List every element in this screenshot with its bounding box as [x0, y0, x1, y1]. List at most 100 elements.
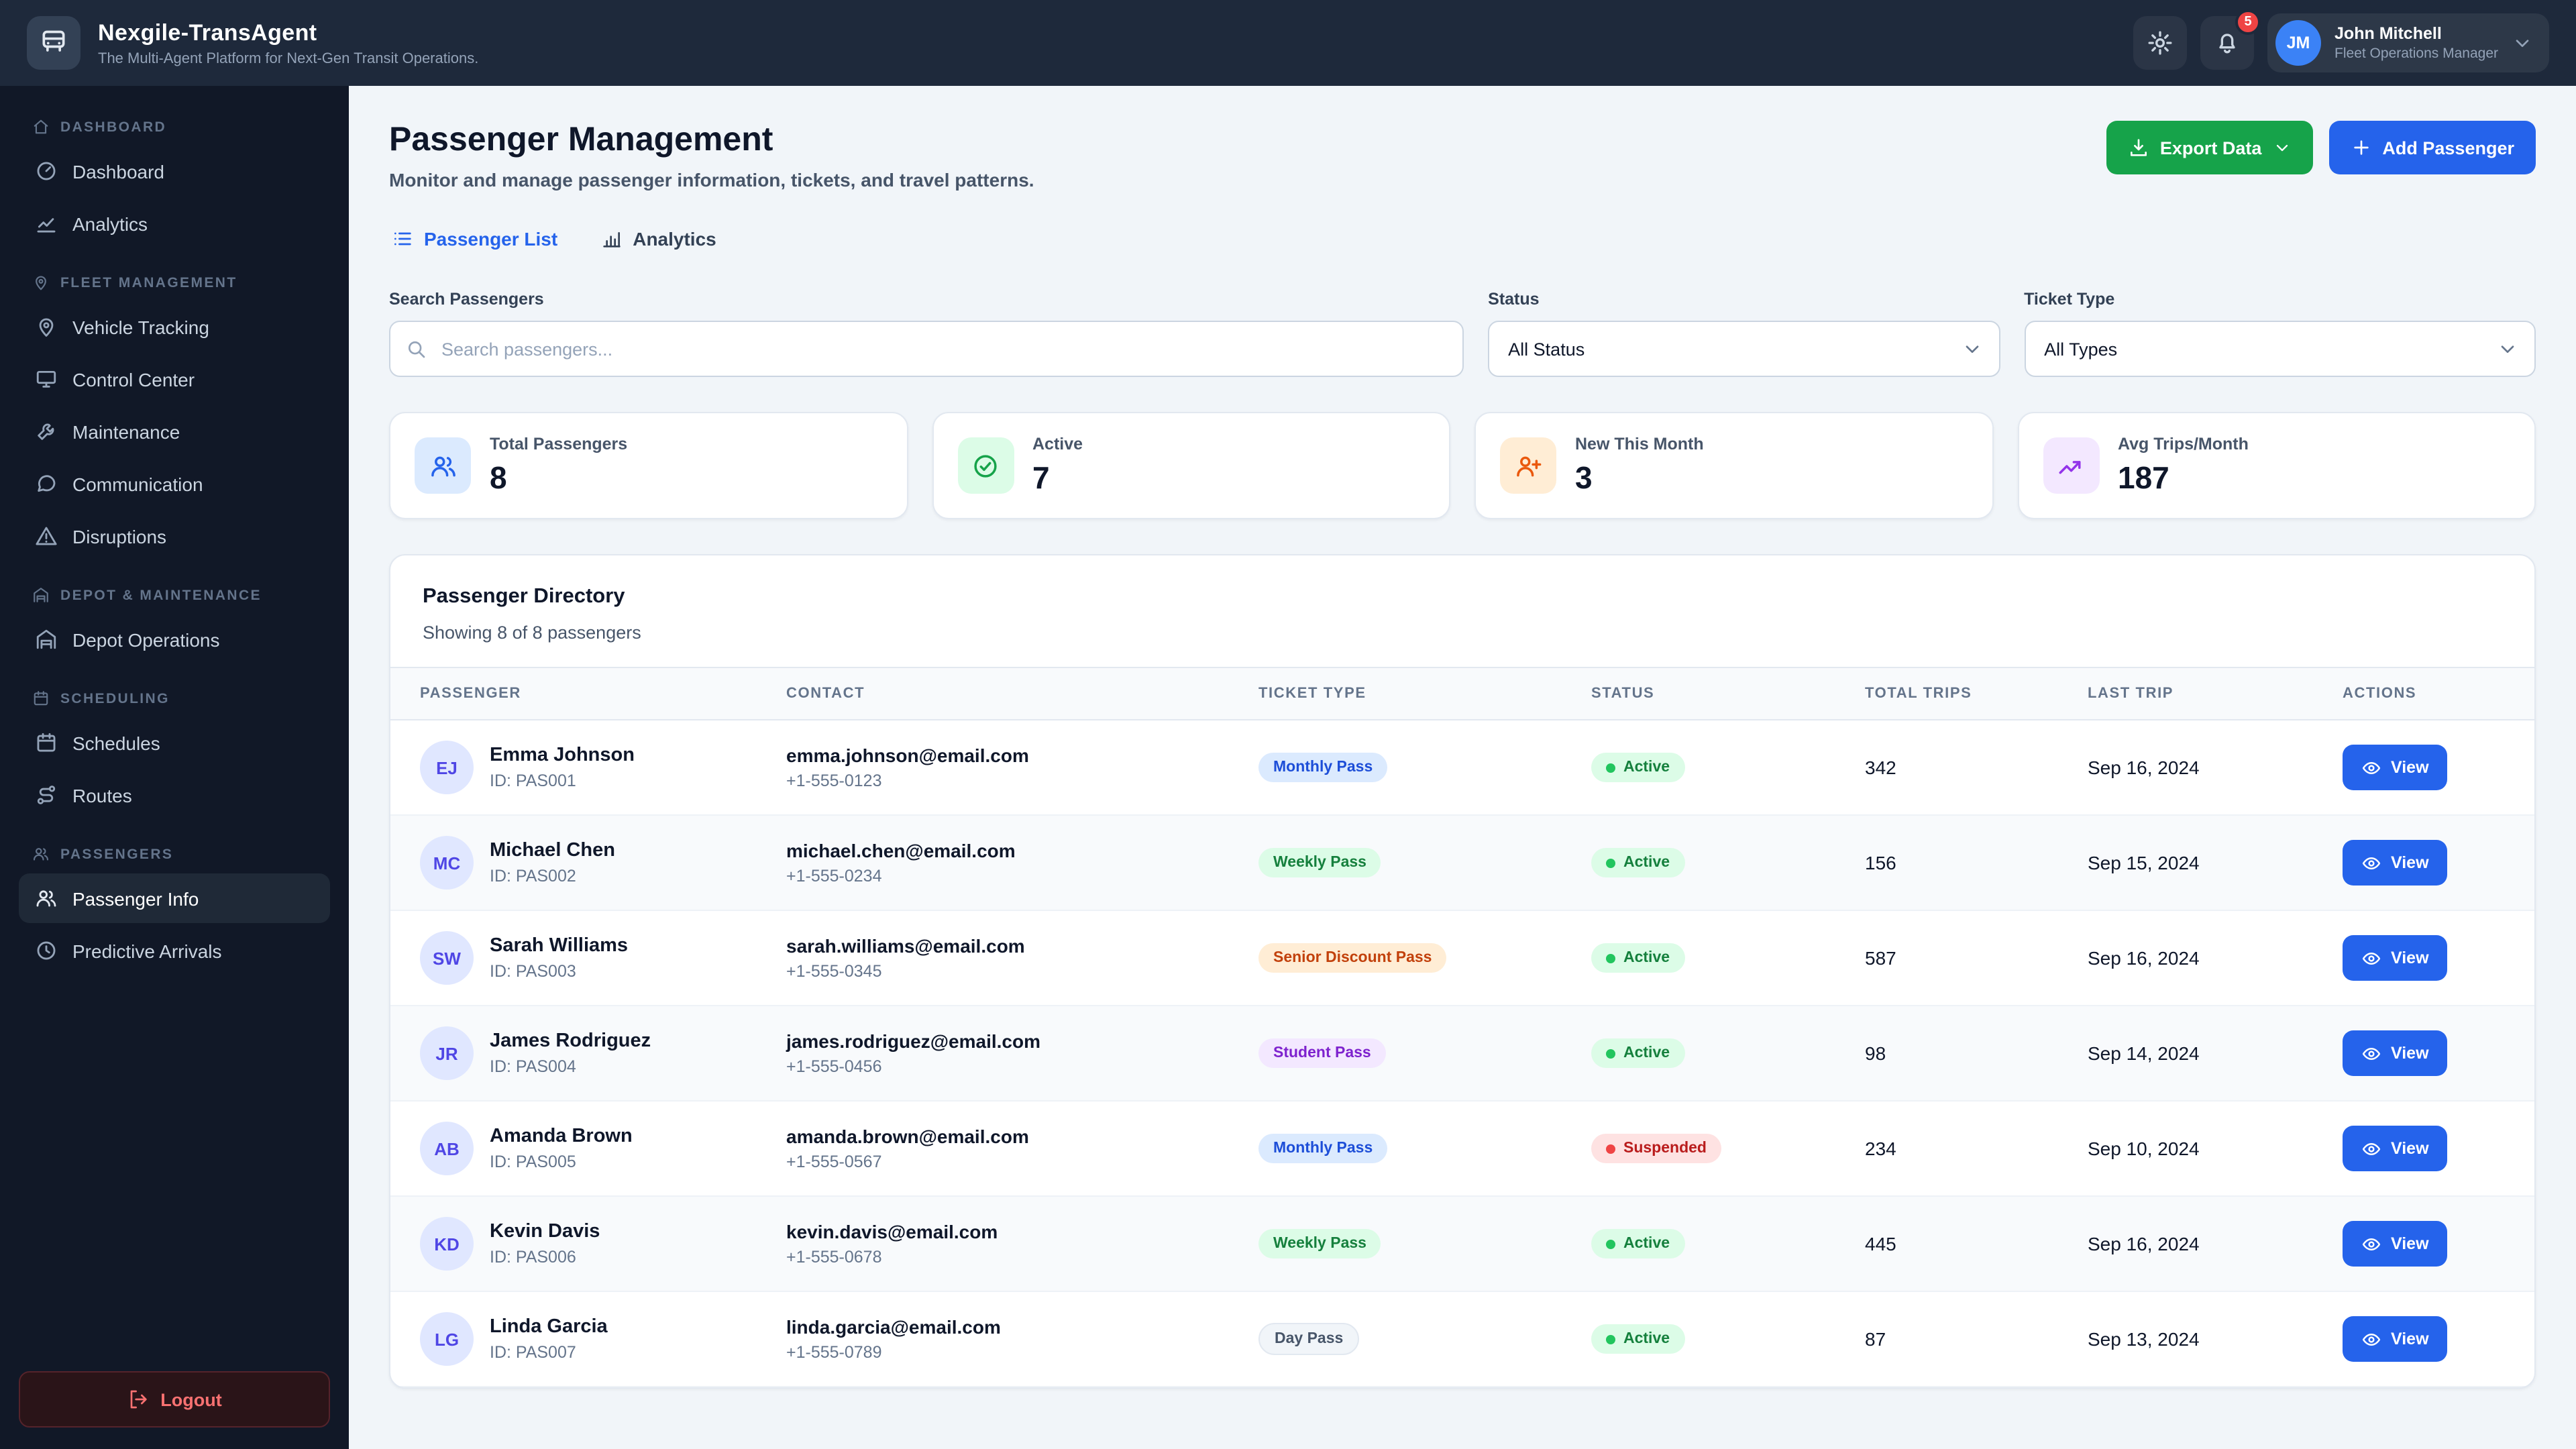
- sidebar-item-label: Depot Operations: [72, 629, 220, 650]
- sidebar-item-label: Control Center: [72, 368, 195, 390]
- sidebar-section-label: FLEET MANAGEMENT: [19, 266, 330, 299]
- notifications-button[interactable]: 5: [2200, 9, 2261, 70]
- users-icon: [35, 887, 58, 910]
- avatar-initials: KD: [434, 1234, 460, 1254]
- sidebar-item-label: Dashboard: [72, 160, 164, 182]
- add-passenger-button[interactable]: Add Passenger: [2328, 121, 2536, 174]
- sidebar-nav: DASHBOARD Dashboard Analytics FLEET MANA…: [19, 110, 330, 993]
- passenger-id: ID: PAS006: [490, 1248, 576, 1267]
- directory-row-count: Showing 8 of 8 passengers: [423, 623, 641, 643]
- view-button[interactable]: View: [2343, 1316, 2448, 1362]
- status-dot: [1606, 1049, 1615, 1058]
- avatar: EJ: [420, 741, 474, 794]
- avatar-initials: JR: [435, 1043, 458, 1063]
- logout-button[interactable]: Logout: [19, 1371, 330, 1428]
- calendar-icon: [35, 731, 58, 754]
- passenger-directory-card: Passenger Directory Showing 8 of 8 passe…: [389, 554, 2536, 1389]
- warning-icon: [35, 525, 58, 547]
- sidebar: DASHBOARD Dashboard Analytics FLEET MANA…: [0, 86, 349, 1449]
- passenger-id: ID: PAS003: [490, 962, 576, 981]
- ticket-type-select-value: All Types: [2044, 339, 2118, 359]
- view-button-label: View: [2391, 1234, 2429, 1253]
- sidebar-item-depot-operations[interactable]: Depot Operations: [19, 614, 330, 664]
- user-menu[interactable]: JM John Mitchell Fleet Operations Manage…: [2267, 13, 2549, 72]
- view-button[interactable]: View: [2343, 935, 2448, 981]
- table-row: MC Michael Chen ID: PAS002 michael.chen@…: [390, 816, 2534, 911]
- passenger-name: James Rodriguez: [490, 1030, 651, 1052]
- sidebar-item-vehicle-tracking[interactable]: Vehicle Tracking: [19, 302, 330, 352]
- sidebar-item-predictive-arrivals[interactable]: Predictive Arrivals: [19, 926, 330, 975]
- view-button[interactable]: View: [2343, 1126, 2448, 1171]
- ticket-type-badge: Monthly Pass: [1258, 1134, 1388, 1163]
- status-select[interactable]: All Status: [1488, 321, 2000, 377]
- chevron-down-icon: [1961, 338, 1982, 360]
- user-plus-icon: [1514, 451, 1542, 480]
- app-root: Nexgile-TransAgent The Multi-Agent Platf…: [0, 0, 2576, 1449]
- last-trip: Sep 14, 2024: [2088, 1042, 2200, 1064]
- user-avatar: JM: [2275, 20, 2322, 66]
- stat-cards: Total Passengers 8 Active 7 New This Mon…: [389, 412, 2536, 519]
- user-name: John Mitchell: [2334, 24, 2442, 43]
- tab-passenger-list[interactable]: Passenger List: [389, 223, 560, 255]
- warehouse-icon: [35, 628, 58, 651]
- avatar-initials: MC: [433, 853, 461, 873]
- view-button[interactable]: View: [2343, 1221, 2448, 1267]
- view-button-label: View: [2391, 1044, 2429, 1063]
- passenger-name: Linda Garcia: [490, 1316, 608, 1338]
- sidebar-item-passenger-info[interactable]: Passenger Info: [19, 873, 330, 923]
- avatar-initials: EJ: [436, 757, 458, 777]
- table-row: KD Kevin Davis ID: PAS006 kevin.davis@em…: [390, 1197, 2534, 1292]
- view-button[interactable]: View: [2343, 1030, 2448, 1076]
- page-header: Passenger Management Monitor and manage …: [389, 121, 2536, 191]
- chat-icon: [35, 472, 58, 495]
- table-row: EJ Emma Johnson ID: PAS001 emma.johnson@…: [390, 720, 2534, 816]
- avatar: AB: [420, 1122, 474, 1175]
- search-icon: [405, 338, 427, 360]
- sidebar-section: FLEET MANAGEMENT Vehicle Tracking Contro…: [19, 266, 330, 561]
- sidebar-item-communication[interactable]: Communication: [19, 459, 330, 508]
- column-header-passenger: PASSENGER: [420, 686, 521, 702]
- sidebar-item-maintenance[interactable]: Maintenance: [19, 407, 330, 456]
- view-button[interactable]: View: [2343, 840, 2448, 885]
- passenger-email: james.rodriguez@email.com: [786, 1030, 1040, 1052]
- total-trips: 98: [1865, 1042, 1886, 1064]
- map-pin-icon: [32, 274, 50, 291]
- app-title: Nexgile-TransAgent: [98, 19, 317, 45]
- sidebar-item-control-center[interactable]: Control Center: [19, 354, 330, 404]
- passenger-phone: +1-555-0567: [786, 1152, 882, 1171]
- column-header-status: STATUS: [1591, 686, 1655, 702]
- plus-icon: [2350, 137, 2371, 158]
- passenger-phone: +1-555-0234: [786, 867, 882, 885]
- sidebar-item-schedules[interactable]: Schedules: [19, 718, 330, 767]
- search-input[interactable]: [389, 321, 1464, 377]
- add-passenger-label: Add Passenger: [2382, 138, 2514, 158]
- sidebar-item-analytics[interactable]: Analytics: [19, 199, 330, 248]
- last-trip: Sep 16, 2024: [2088, 757, 2200, 778]
- eye-icon: [2361, 948, 2381, 968]
- ticket-type-select[interactable]: All Types: [2024, 321, 2536, 377]
- view-button[interactable]: View: [2343, 745, 2448, 790]
- status-dot: [1606, 858, 1615, 867]
- settings-button[interactable]: [2133, 16, 2188, 70]
- notification-count-badge: 5: [2235, 9, 2261, 35]
- passenger-name: Michael Chen: [490, 840, 615, 861]
- table-header-row: PASSENGER CONTACT TICKET TYPE STATUS TOT…: [390, 667, 2534, 720]
- sidebar-item-routes[interactable]: Routes: [19, 770, 330, 820]
- ticket-type-badge: Senior Discount Pass: [1258, 943, 1447, 973]
- passenger-phone: +1-555-0678: [786, 1248, 882, 1267]
- status-badge: Suspended: [1591, 1134, 1721, 1163]
- home-icon: [32, 118, 50, 136]
- view-button-label: View: [2391, 1330, 2429, 1348]
- ticket-type-badge: Weekly Pass: [1258, 1229, 1381, 1258]
- sidebar-item-label: Routes: [72, 784, 132, 806]
- export-data-button[interactable]: Export Data: [2106, 121, 2313, 174]
- column-header-last-trip: LAST TRIP: [2088, 686, 2174, 702]
- users-icon: [429, 451, 457, 480]
- tab-analytics[interactable]: Analytics: [598, 223, 719, 255]
- app-subtitle: The Multi-Agent Platform for Next-Gen Tr…: [98, 50, 479, 66]
- sidebar-item-label: Disruptions: [72, 525, 167, 547]
- sidebar-item-dashboard[interactable]: Dashboard: [19, 146, 330, 196]
- stat-card: Active 7: [932, 412, 1450, 519]
- directory-title: Passenger Directory: [423, 585, 625, 608]
- sidebar-item-disruptions[interactable]: Disruptions: [19, 511, 330, 561]
